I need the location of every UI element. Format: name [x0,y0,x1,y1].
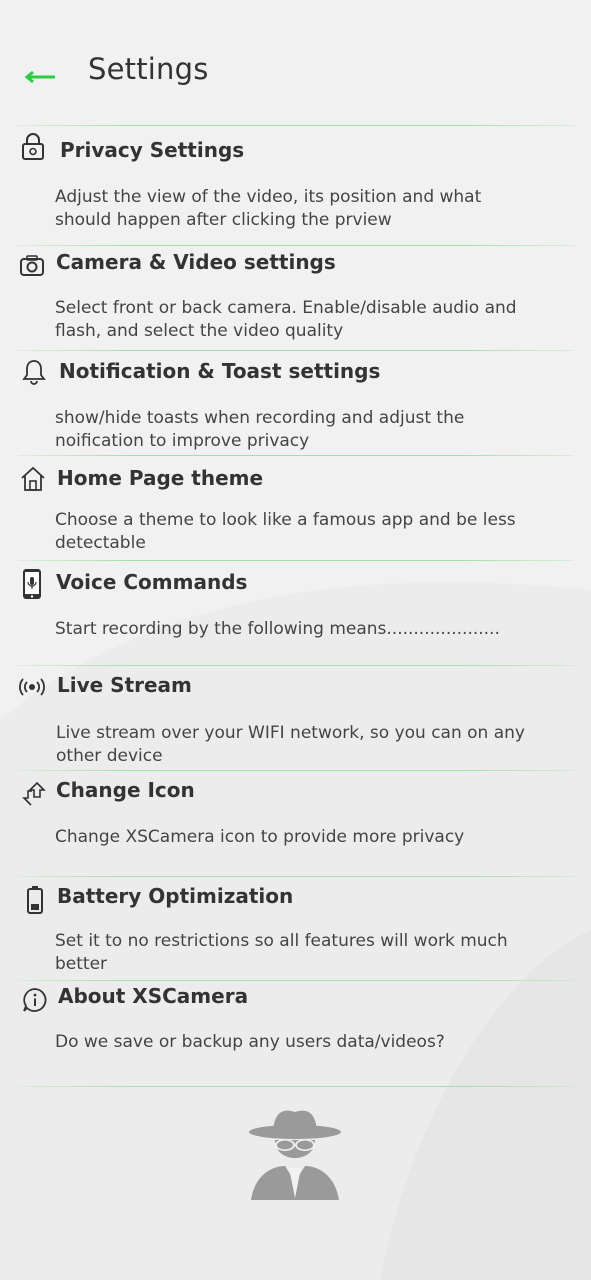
camera-icon [17,251,47,281]
settings-item-notification[interactable]: Notification & Toast settings show/hide … [0,351,591,455]
item-title: Home Page theme [57,466,264,490]
item-title: Change Icon [56,778,195,802]
item-title: Camera & Video settings [56,250,336,274]
settings-item-voice-commands[interactable]: Voice Commands Start recording by the fo… [0,561,591,665]
item-description: Live stream over your WIFI network, so y… [56,723,525,766]
home-icon [18,464,48,494]
phone-mic-icon [17,569,47,599]
settings-item-live-stream[interactable]: Live Stream Live stream over your WIFI n… [0,666,591,770]
settings-item-privacy[interactable]: Privacy Settings Adjust the view of the … [0,126,591,244]
item-title: Voice Commands [56,570,248,594]
swap-icon [19,779,49,809]
settings-item-home-theme[interactable]: Home Page theme Choose a theme to look l… [0,456,591,560]
item-description: Start recording by the following means..… [55,619,500,639]
info-icon [20,985,50,1015]
bell-icon [19,357,49,387]
lock-icon [18,132,48,162]
item-description: Choose a theme to look like a famous app… [55,510,516,553]
item-description: Select front or back camera. Enable/disa… [55,298,517,341]
item-description: Set it to no restrictions so all feature… [55,931,508,974]
back-button[interactable] [20,60,60,94]
item-description: Change XSCamera icon to provide more pri… [55,827,465,847]
item-title: Live Stream [57,673,192,697]
item-title: Battery Optimization [57,884,294,908]
item-title: Notification & Toast settings [59,359,381,383]
battery-icon [20,885,50,915]
page-title: Settings [88,52,209,86]
settings-item-change-icon[interactable]: Change Icon Change XSCamera icon to prov… [0,771,591,875]
app-header: Settings [0,0,591,125]
broadcast-icon [17,672,47,702]
divider [18,1086,574,1087]
item-title: Privacy Settings [60,138,245,162]
item-description: Adjust the view of the video, its positi… [55,187,482,230]
settings-item-camera[interactable]: Camera & Video settings Select front or … [0,246,591,350]
settings-item-battery[interactable]: Battery Optimization Set it to no restri… [0,877,591,980]
settings-item-about[interactable]: About XSCamera Do we save or backup any … [0,981,591,1085]
item-description: Do we save or backup any users data/vide… [55,1032,445,1052]
item-description: show/hide toasts when recording and adju… [55,408,465,451]
item-title: About XSCamera [58,984,249,1008]
spy-icon [249,1110,341,1200]
arrow-left-icon [24,70,55,84]
